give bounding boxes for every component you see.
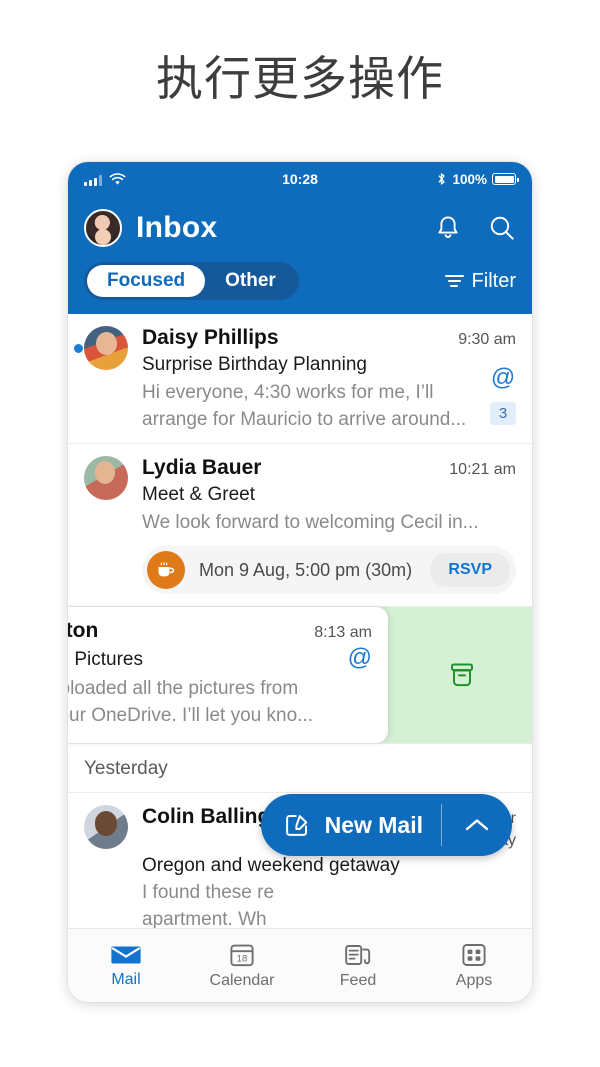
app-bar-actions: [434, 213, 516, 243]
subject-line: Surprise Birthday Planning: [142, 354, 516, 376]
preview-text-line2: ek to our OneDrive. I’ll let you kno...: [68, 702, 372, 729]
app-bar-bottom-row: Focused Other Filter: [84, 262, 516, 300]
status-badge: 3: [490, 402, 516, 425]
nav-item-feed[interactable]: Feed: [300, 942, 416, 990]
nav-label-apps: Apps: [456, 972, 492, 990]
new-mail-fab[interactable]: New Mail: [261, 794, 512, 856]
new-mail-label: New Mail: [325, 812, 423, 839]
calendar-icon: 18: [229, 942, 255, 968]
message-content[interactable]: e Burton 8:13 am onding Pictures @ tri, …: [68, 607, 388, 743]
rsvp-button[interactable]: RSVP: [430, 553, 510, 587]
subject-line: Oregon and weekend getaway: [142, 855, 516, 877]
message-header-line: e Burton 8:13 am: [68, 619, 372, 644]
nav-label-mail: Mail: [111, 971, 140, 989]
mention-icon: @: [488, 366, 518, 390]
chevron-up-icon: [464, 817, 490, 833]
tab-other[interactable]: Other: [205, 265, 296, 297]
status-bar: 10:28 100%: [68, 162, 532, 196]
message-indicators: @ 3: [488, 366, 518, 425]
filter-label: Filter: [472, 270, 516, 293]
expand-fab-button[interactable]: [442, 817, 512, 833]
page-root: 执行更多操作 10:28 100%: [0, 0, 600, 1067]
filter-button[interactable]: Filter: [445, 270, 516, 293]
message-header-line: Lydia Bauer 10:21 am: [142, 456, 516, 481]
bottom-navigation: Mail 18 Calendar Feed: [68, 928, 532, 1002]
subject-row: onding Pictures @: [68, 644, 372, 672]
status-bar-left: [84, 173, 126, 186]
new-mail-button[interactable]: New Mail: [261, 811, 441, 839]
meeting-time-label: Mon 9 Aug, 5:00 pm (30m): [199, 560, 412, 581]
archive-icon: [446, 659, 478, 691]
message-meta: 9:30 am: [448, 329, 516, 351]
app-bar-top-row: Inbox: [84, 202, 516, 254]
subject-line: Meet & Greet: [142, 484, 516, 506]
avatar[interactable]: [84, 456, 128, 500]
search-icon[interactable]: [488, 213, 516, 243]
table-row[interactable]: Lydia Bauer 10:21 am Meet & Greet We loo…: [68, 444, 532, 607]
filter-icon: [445, 275, 464, 287]
phone-frame: 10:28 100% Inbox: [68, 162, 532, 1002]
message-header-line: Daisy Phillips 9:30 am: [142, 326, 516, 351]
svg-text:18: 18: [237, 953, 248, 964]
mail-list[interactable]: Daisy Phillips 9:30 am Surprise Birthday…: [68, 314, 532, 986]
bluetooth-icon: [436, 172, 447, 186]
table-row[interactable]: Daisy Phillips 9:30 am Surprise Birthday…: [68, 314, 532, 444]
section-header-yesterday: Yesterday: [68, 744, 532, 793]
nav-label-calendar: Calendar: [210, 972, 275, 990]
preview-rest: , I uploaded all the pictures from: [68, 678, 298, 699]
feed-icon: [344, 942, 372, 968]
archive-action[interactable]: [392, 607, 532, 743]
meeting-chip[interactable]: Mon 9 Aug, 5:00 pm (30m) RSVP: [142, 546, 516, 594]
battery-percent-label: 100%: [452, 172, 487, 187]
sender-name: e Burton: [68, 619, 98, 643]
nav-item-apps[interactable]: Apps: [416, 942, 532, 990]
status-bar-right: 100%: [436, 172, 516, 187]
focused-other-toggle[interactable]: Focused Other: [84, 262, 299, 300]
message-meta: 10:21 am: [439, 459, 516, 481]
subject-line: onding Pictures: [68, 649, 143, 671]
avatar[interactable]: [84, 326, 128, 370]
inbox-title: Inbox: [136, 211, 218, 245]
page-title: 执行更多操作: [0, 48, 600, 112]
message-content: Lydia Bauer 10:21 am Meet & Greet We loo…: [142, 456, 516, 596]
sender-name: Lydia Bauer: [142, 456, 261, 480]
preview-text: Hi everyone, 4:30 works for me, I’ll arr…: [142, 379, 472, 433]
sender-name: Daisy Phillips: [142, 326, 279, 350]
tab-focused[interactable]: Focused: [87, 265, 205, 297]
mail-icon: [111, 943, 141, 967]
timestamp: 9:30 am: [458, 331, 516, 348]
coffee-cup-icon: [147, 551, 185, 589]
nav-label-feed: Feed: [340, 972, 376, 990]
nav-item-calendar[interactable]: 18 Calendar: [184, 942, 300, 990]
unread-indicator: [74, 344, 83, 353]
nav-item-mail[interactable]: Mail: [68, 943, 184, 989]
app-bar: Inbox: [68, 196, 532, 314]
wifi-icon: [109, 173, 126, 186]
compose-icon: [283, 811, 311, 839]
preview-text: tri, I uploaded all the pictures from: [68, 675, 372, 702]
signal-bars-icon: [84, 175, 102, 186]
bell-icon[interactable]: [434, 213, 462, 243]
apps-grid-icon: [461, 942, 487, 968]
avatar[interactable]: [84, 805, 128, 849]
timestamp: 10:21 am: [449, 461, 516, 478]
timestamp: 8:13 am: [314, 624, 372, 641]
avatar[interactable]: [84, 209, 122, 247]
mention-icon: @: [338, 644, 372, 672]
swiped-message-row[interactable]: e Burton 8:13 am onding Pictures @ tri, …: [68, 607, 532, 744]
preview-text: We look forward to welcoming Cecil in...: [142, 509, 516, 536]
preview-text: I found these re: [142, 879, 516, 906]
battery-icon: [492, 173, 516, 185]
message-meta: 8:13 am: [304, 622, 372, 644]
message-content: Daisy Phillips 9:30 am Surprise Birthday…: [142, 326, 516, 433]
